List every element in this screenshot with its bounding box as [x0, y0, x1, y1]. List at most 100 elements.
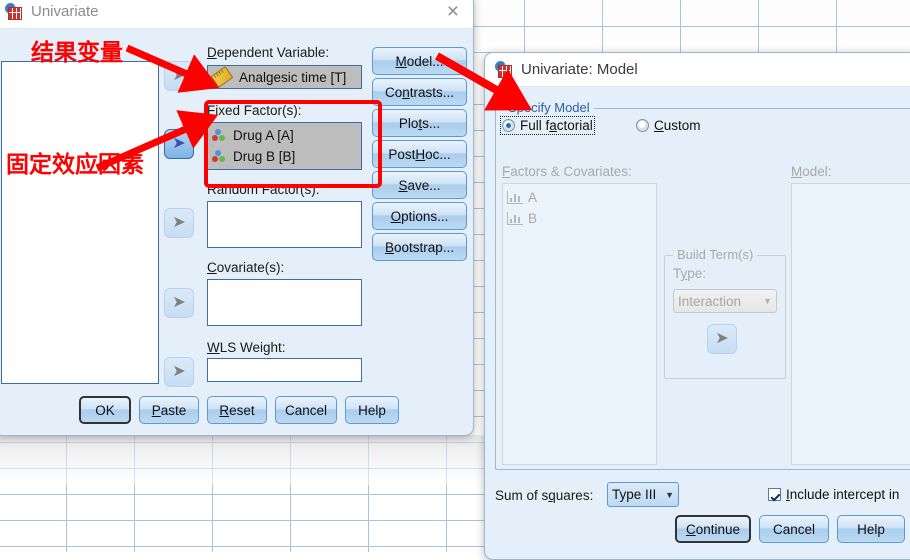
arrow-right-icon: ➤: [172, 215, 185, 231]
analysis-options-buttons: Model... Contrasts... Plots... Post Hoc.…: [372, 47, 467, 264]
bar-chart-icon: [507, 212, 523, 225]
continue-button[interactable]: Continue: [675, 515, 751, 543]
help-button[interactable]: Help: [345, 396, 399, 424]
cancel-button-label: Cancel: [285, 403, 327, 418]
spss-dataset-icon: [495, 61, 513, 79]
list-item[interactable]: A: [503, 187, 656, 208]
univariate-action-buttons: OK Paste Reset Cancel Help: [79, 396, 399, 424]
specify-model-group: Specify Model Full factorial Custom Fact…: [495, 108, 910, 470]
fixed-factors-label-text: ixed Factor(s):: [215, 103, 301, 118]
factors-covariates-list[interactable]: A B: [502, 183, 657, 465]
move-to-random-factors-button[interactable]: ➤: [164, 208, 194, 238]
arrow-left-icon: ➤: [172, 136, 185, 152]
univariate-model-dialog: Univariate: Model Specify Model Full fac…: [484, 52, 910, 560]
dependent-variable-field[interactable]: Analgesic time [T]: [207, 65, 362, 89]
list-item[interactable]: Drug A [A]: [208, 125, 361, 146]
nominal-icon: [212, 150, 228, 164]
wls-weight-field[interactable]: [207, 358, 362, 382]
random-factors-label: Random Factor(s):: [207, 182, 320, 197]
contrasts-button[interactable]: Contrasts...: [372, 78, 467, 106]
list-item-label: Drug B [B]: [233, 149, 295, 164]
cancel-button[interactable]: Cancel: [275, 396, 337, 424]
paste-button-label: aste: [161, 403, 187, 418]
covariates-label-text: ovariate(s):: [217, 260, 285, 275]
model-panel-label-text: odel:: [802, 164, 831, 179]
close-icon[interactable]: ×: [443, 1, 463, 22]
chevron-down-icon: ▼: [665, 490, 674, 500]
covariates-list[interactable]: [207, 279, 362, 326]
chevron-down-icon: ▼: [763, 296, 772, 306]
paste-button[interactable]: Paste: [139, 396, 199, 424]
model-button[interactable]: Model...: [372, 47, 467, 75]
covariates-label: Covariate(s):: [207, 260, 284, 275]
fixed-factors-label-accel: F: [207, 103, 215, 118]
arrow-right-icon: ➤: [172, 68, 185, 84]
include-intercept-label: nclude intercept in: [790, 487, 900, 502]
model-titlebar: Univariate: Model: [485, 53, 910, 87]
cancel-button-label: Cancel: [773, 522, 815, 537]
build-terms-transfer-button[interactable]: ➤: [707, 324, 737, 354]
build-terms-caption: Build Term(s): [673, 247, 757, 262]
bootstrap-button-label: ootstrap...: [394, 240, 454, 255]
model-action-buttons: Continue Cancel Help: [675, 515, 905, 543]
radio-dot-icon: [502, 119, 515, 132]
dependent-variable-label-text: ependent Variable:: [217, 45, 329, 60]
wls-weight-label-text: LS Weight:: [220, 340, 286, 355]
list-item[interactable]: Drug B [B]: [208, 146, 361, 167]
options-button[interactable]: Options...: [372, 202, 467, 230]
build-terms-type-value: Interaction: [678, 294, 741, 309]
options-button-label: ptions...: [401, 209, 448, 224]
include-intercept-checkbox[interactable]: Include intercept in: [768, 487, 899, 502]
covariates-label-accel: C: [207, 260, 217, 275]
ok-button[interactable]: OK: [79, 396, 131, 424]
random-factors-label-text: andom Factor(s):: [217, 182, 320, 197]
build-terms-type-combobox[interactable]: Interaction ▼: [673, 289, 777, 313]
source-variable-list[interactable]: [1, 61, 159, 384]
nominal-icon: [212, 129, 228, 143]
ok-button-label: OK: [95, 403, 115, 418]
model-terms-list[interactable]: [791, 183, 910, 465]
full-factorial-radio[interactable]: Full factorial: [502, 118, 593, 133]
sum-of-squares-combobox[interactable]: Type III ▼: [607, 482, 679, 507]
annotation-outcome-variable: 结果变量: [31, 33, 123, 67]
post-hoc-button[interactable]: Post Hoc...: [372, 140, 467, 168]
spss-dataset-icon: [5, 3, 23, 21]
factors-covariates-label: Factors & Covariates:: [502, 164, 632, 179]
ruler-icon: [211, 66, 234, 88]
move-to-wls-weight-button[interactable]: ➤: [164, 357, 194, 387]
plots-button-label: s...: [422, 116, 440, 131]
factors-covariates-label-text: actors & Covariates:: [510, 164, 632, 179]
help-button-label: Help: [358, 403, 386, 418]
univariate-title-text: Univariate: [31, 3, 99, 20]
random-factors-list[interactable]: [207, 201, 362, 248]
sum-of-squares-label-text: uares:: [556, 488, 594, 503]
fixed-factors-list[interactable]: Drug A [A] Drug B [B]: [207, 122, 362, 170]
random-factors-label-prefix: R: [207, 182, 217, 197]
move-to-dependent-button[interactable]: ➤: [164, 61, 194, 91]
univariate-titlebar: Univariate ×: [0, 0, 473, 29]
contrasts-button-label: trasts...: [410, 85, 454, 100]
plots-button[interactable]: Plots...: [372, 109, 467, 137]
help-button-label: Help: [857, 522, 885, 537]
model-button-accel: M: [395, 54, 406, 69]
radio-dot-icon: [636, 119, 649, 132]
cancel-button[interactable]: Cancel: [759, 515, 829, 543]
checkbox-icon: [768, 488, 781, 501]
reset-button[interactable]: Reset: [207, 396, 267, 424]
move-to-fixed-factors-button[interactable]: ➤: [164, 129, 194, 159]
save-button[interactable]: Save...: [372, 171, 467, 199]
build-terms-type-label: Type:: [673, 266, 706, 281]
custom-radio[interactable]: Custom: [636, 118, 701, 133]
reset-button-label: eset: [229, 403, 255, 418]
arrow-right-icon: ➤: [172, 364, 185, 380]
list-item[interactable]: B: [503, 208, 656, 229]
wls-weight-label: WLS Weight:: [207, 340, 286, 355]
list-item-label: A: [528, 190, 537, 205]
bootstrap-button[interactable]: Bootstrap...: [372, 233, 467, 261]
sum-of-squares-value: Type III: [612, 487, 656, 502]
help-button[interactable]: Help: [837, 515, 905, 543]
dependent-variable-label-accel: D: [207, 45, 217, 60]
move-to-covariates-button[interactable]: ➤: [164, 288, 194, 318]
continue-button-label: ontinue: [696, 522, 740, 537]
model-button-label: odel...: [407, 54, 444, 69]
